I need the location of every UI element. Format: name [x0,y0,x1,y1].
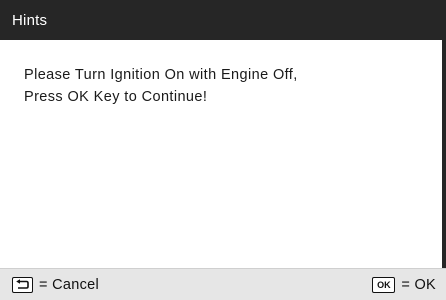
message-area: Please Turn Ignition On with Engine Off,… [24,64,426,108]
message-line-2: Press OK Key to Continue! [24,89,208,105]
cancel-hint[interactable]: = Cancel [12,276,100,293]
cancel-label: = Cancel [39,276,100,293]
dialog-title: Hints [12,11,48,29]
ok-key-icon: OK [372,276,396,293]
title-bar: Hints [0,0,446,40]
ok-label: = OK [401,276,436,293]
hints-dialog: Hints Please Turn Ignition On with Engin… [0,0,446,300]
message-line-1: Please Turn Ignition On with Engine Off, [24,67,298,83]
back-key-icon [12,276,33,293]
ok-hint[interactable]: OK = OK [372,276,436,293]
footer-bar: = Cancel OK = OK [0,268,446,300]
right-border [442,40,446,268]
